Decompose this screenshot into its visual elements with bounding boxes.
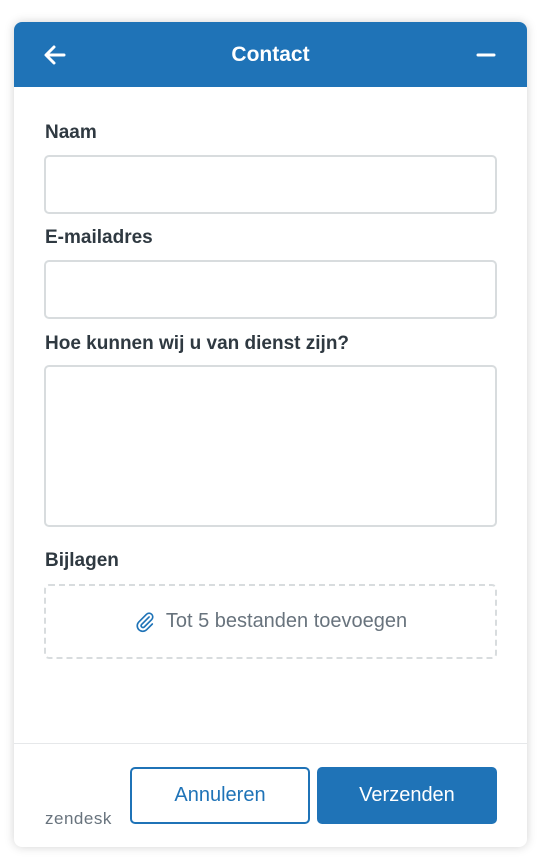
attachments-dropzone[interactable]: Tot 5 bestanden toevoegen (44, 584, 497, 659)
widget-header: Contact (14, 22, 527, 87)
email-label: E-mailadres (45, 227, 153, 248)
name-input[interactable] (44, 155, 497, 214)
email-input[interactable] (44, 260, 497, 319)
contact-widget: Contact Naam E-mailadres Hoe kunnen wij … (14, 22, 527, 847)
attachments-hint: Tot 5 bestanden toevoegen (165, 610, 408, 632)
widget-title: Contact (231, 43, 310, 66)
minimize-button[interactable] (473, 42, 499, 68)
minus-icon (476, 53, 496, 57)
submit-button[interactable]: Verzenden (317, 767, 497, 824)
message-label: Hoe kunnen wij u van dienst zijn? (45, 333, 350, 354)
message-textarea[interactable] (44, 365, 497, 527)
zendesk-logo: zendesk (45, 809, 112, 828)
footer-divider (14, 743, 527, 744)
cancel-button[interactable]: Annuleren (130, 767, 310, 824)
attachments-label: Bijlagen (45, 550, 119, 571)
name-label: Naam (45, 122, 97, 143)
paperclip-icon (136, 611, 154, 632)
